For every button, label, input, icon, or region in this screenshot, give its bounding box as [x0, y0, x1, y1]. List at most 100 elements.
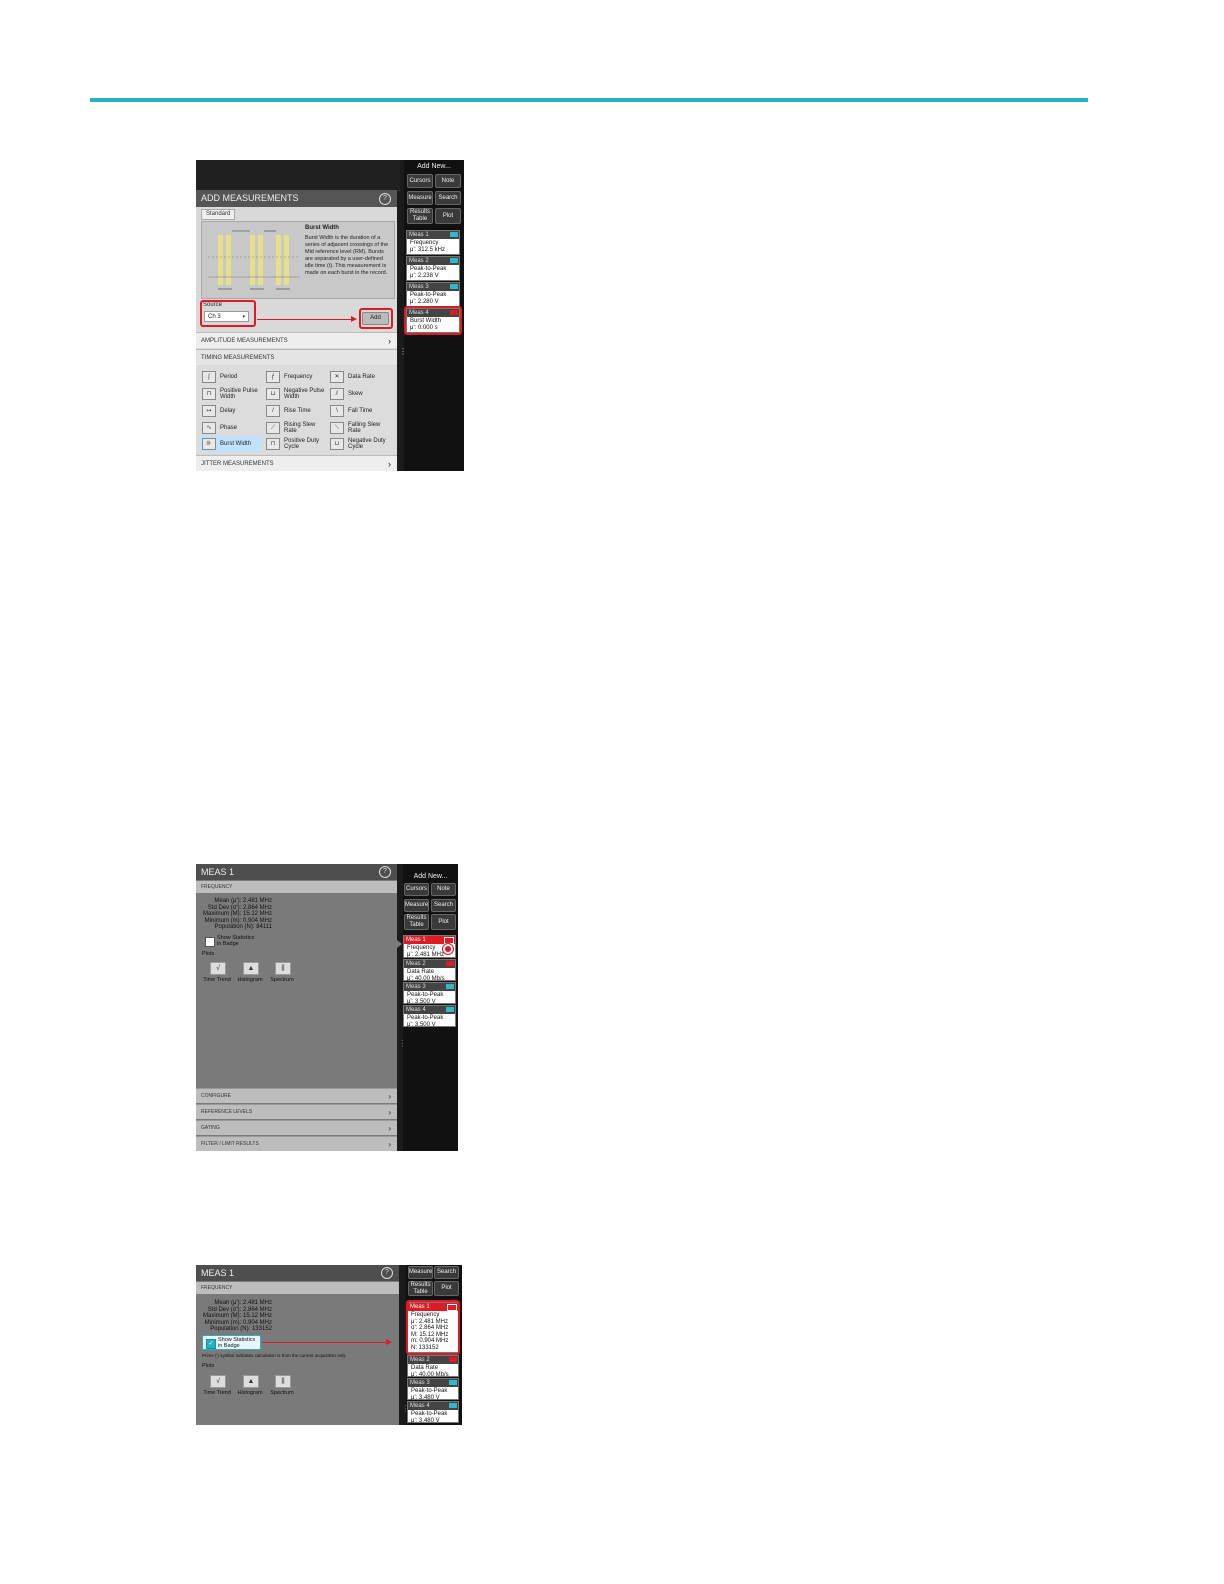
- panel-title: MEAS 1 ?: [196, 1265, 399, 1281]
- show-stats-label: Show Statistics in Badge: [218, 1337, 256, 1349]
- time-trend-icon[interactable]: √: [210, 962, 226, 975]
- meas-positive-duty-cycle[interactable]: ⊓ Positive Duty Cycle: [266, 438, 324, 450]
- meas-falling-slew-rate[interactable]: ⟍ Falling Slew Rate: [330, 422, 384, 434]
- note-button[interactable]: Note: [435, 174, 461, 188]
- channel-tag: [450, 284, 458, 289]
- badge-title: Meas 2: [406, 961, 426, 967]
- results-table-button[interactable]: Results Table: [404, 914, 429, 930]
- positive-duty-icon: ⊓: [266, 438, 280, 450]
- section-timing[interactable]: TIMING MEASUREMENTS: [196, 349, 397, 365]
- show-stats-toggle[interactable]: ✓ Show Statistics in Badge: [202, 1335, 261, 1350]
- meas-label: Positive Pulse Width: [220, 388, 258, 400]
- section-frequency-label: FREQUENCY: [201, 884, 233, 890]
- falling-slew-icon: ⟍: [330, 422, 344, 434]
- meas-period[interactable]: ∫ Period: [202, 371, 237, 383]
- results-table-button[interactable]: Results Table: [407, 208, 433, 224]
- meas-rising-slew-rate[interactable]: ⟋ Rising Slew Rate: [266, 422, 320, 434]
- cursors-button[interactable]: Cursors: [407, 174, 433, 188]
- add-measurements-panel: ADD MEASUREMENTS ? Standard Burst Width …: [196, 190, 397, 471]
- help-icon[interactable]: ?: [379, 866, 391, 878]
- chevron-right-icon: ›: [388, 1124, 391, 1133]
- meas-skew[interactable]: ⫽ Skew: [330, 388, 363, 400]
- panel-resize-handle[interactable]: ⋮: [399, 348, 407, 356]
- meas-badge-3[interactable]: Meas 3 Peak-to-Peak μ': 3.480 V: [407, 1378, 459, 1401]
- channel-tag: [446, 961, 454, 966]
- meas-badge-2[interactable]: Meas 2 Data Rate μ': 40.00 Mb/s: [403, 959, 456, 982]
- channel-tag: [446, 1007, 454, 1012]
- plot-button[interactable]: Plot: [434, 1281, 459, 1296]
- cursors-button[interactable]: Cursors: [404, 883, 429, 896]
- meas-fall-time[interactable]: \ Fall Time: [330, 405, 372, 417]
- positive-pulse-icon: ⊓: [202, 388, 216, 400]
- measure-button[interactable]: Measure: [407, 191, 433, 205]
- show-stats-checkbox[interactable]: ✓: [206, 1339, 216, 1349]
- badge-name: Peak-to-Peak: [407, 1015, 444, 1021]
- panel-title: MEAS 1 ?: [196, 864, 397, 880]
- histogram-icon[interactable]: ▲: [243, 962, 259, 975]
- panel-pointer: [397, 940, 402, 948]
- meas-badge-3[interactable]: Meas 3 Peak-to-Peak μ': 2.280 V: [406, 282, 460, 307]
- meas-badge-3[interactable]: Meas 3 Peak-to-Peak μ': 3.500 V: [403, 982, 456, 1005]
- plot-button[interactable]: Plot: [431, 914, 456, 930]
- section-filter-limit[interactable]: FILTER / LIMIT RESULTS ›: [196, 1136, 397, 1151]
- note-button[interactable]: Note: [431, 883, 456, 896]
- section-gating[interactable]: GATING ›: [196, 1120, 397, 1135]
- meas-label: Skew: [348, 391, 363, 397]
- badge-title: Meas 3: [409, 284, 429, 290]
- plot-button[interactable]: Plot: [435, 208, 461, 224]
- section-amplitude[interactable]: AMPLITUDE MEASUREMENTS ›: [196, 332, 397, 348]
- header-rule: [90, 98, 1088, 102]
- phase-icon: ∿: [202, 422, 216, 434]
- panel-resize-handle[interactable]: ⋮: [399, 1040, 407, 1048]
- panel-resize-handle[interactable]: ⋮: [402, 1405, 410, 1413]
- data-rate-icon: ✕: [330, 371, 344, 383]
- meas-rise-time[interactable]: / Rise Time: [266, 405, 311, 417]
- section-reference-levels[interactable]: REFERENCE LEVELS ›: [196, 1104, 397, 1119]
- meas-positive-pulse-width[interactable]: ⊓ Positive Pulse Width: [202, 388, 260, 400]
- tab-standard[interactable]: Standard: [201, 209, 236, 220]
- badge-title: Meas 3: [406, 984, 426, 990]
- meas-badge-1[interactable]: Meas 1 Frequency μ': 312.5 kHz: [406, 230, 460, 255]
- burst-width-icon: ⊪: [202, 438, 216, 450]
- badge-name: Data Rate: [411, 1365, 439, 1371]
- channel-tag: [449, 1380, 457, 1385]
- meas-badge-2[interactable]: Meas 2 Data Rate μ': 40.00 Mb/s: [407, 1355, 459, 1378]
- meas-negative-pulse-width[interactable]: ⊔ Negative Pulse Width: [266, 388, 328, 400]
- meas-burst-width[interactable]: ⊪ Burst Width: [200, 436, 262, 452]
- help-icon[interactable]: ?: [379, 193, 391, 205]
- frequency-icon: ƒ: [266, 371, 280, 383]
- search-button[interactable]: Search: [435, 191, 461, 205]
- meas-data-rate[interactable]: ✕ Data Rate: [330, 371, 375, 383]
- burst-width-diagram-box: Burst Width Burst Width is the duration …: [201, 221, 395, 299]
- channel-tag: [449, 1403, 457, 1408]
- histogram-icon[interactable]: ▲: [243, 1375, 259, 1388]
- meas-badge-4[interactable]: Meas 4 Peak-to-Peak μ': 3.500 V: [403, 1005, 456, 1028]
- add-new-label: Add New...: [413, 873, 448, 880]
- spectrum-icon[interactable]: ⫼: [275, 1375, 291, 1388]
- meas-badge-4[interactable]: Meas 4 Peak-to-Peak μ': 3.480 V: [407, 1401, 459, 1424]
- badge-title: Meas 1: [406, 937, 426, 943]
- section-jitter[interactable]: JITTER MEASUREMENTS ›: [196, 455, 397, 471]
- histogram-label: Histogram: [237, 977, 263, 983]
- meas-phase[interactable]: ∿ Phase: [202, 422, 237, 434]
- measure-button[interactable]: Measure: [404, 899, 429, 912]
- meas-badge-2[interactable]: Meas 2 Peak-to-Peak μ': 2.238 V: [406, 256, 460, 281]
- section-configure[interactable]: CONFIGURE ›: [196, 1088, 397, 1103]
- measure-button[interactable]: Measure: [408, 1266, 433, 1279]
- spectrum-icon[interactable]: ⫼: [275, 962, 291, 975]
- section-label: FILTER / LIMIT RESULTS: [201, 1141, 259, 1147]
- channel-tag: [449, 1357, 457, 1362]
- meas-label: Positive Duty Cycle: [284, 438, 320, 450]
- search-button[interactable]: Search: [434, 1266, 459, 1279]
- meas-delay[interactable]: ↦ Delay: [202, 405, 235, 417]
- meas-frequency[interactable]: ƒ Frequency: [266, 371, 312, 383]
- section-timing-label: TIMING MEASUREMENTS: [201, 355, 275, 361]
- show-stats-checkbox[interactable]: [205, 937, 215, 947]
- badge-name: Peak-to-Peak: [410, 292, 447, 298]
- meas-label: Period: [220, 374, 238, 380]
- search-button[interactable]: Search: [431, 899, 456, 912]
- time-trend-icon[interactable]: √: [210, 1375, 226, 1388]
- results-table-button[interactable]: Results Table: [408, 1281, 433, 1296]
- help-icon[interactable]: ?: [381, 1267, 393, 1279]
- meas-negative-duty-cycle[interactable]: ⊔ Negative Duty Cycle: [330, 438, 392, 450]
